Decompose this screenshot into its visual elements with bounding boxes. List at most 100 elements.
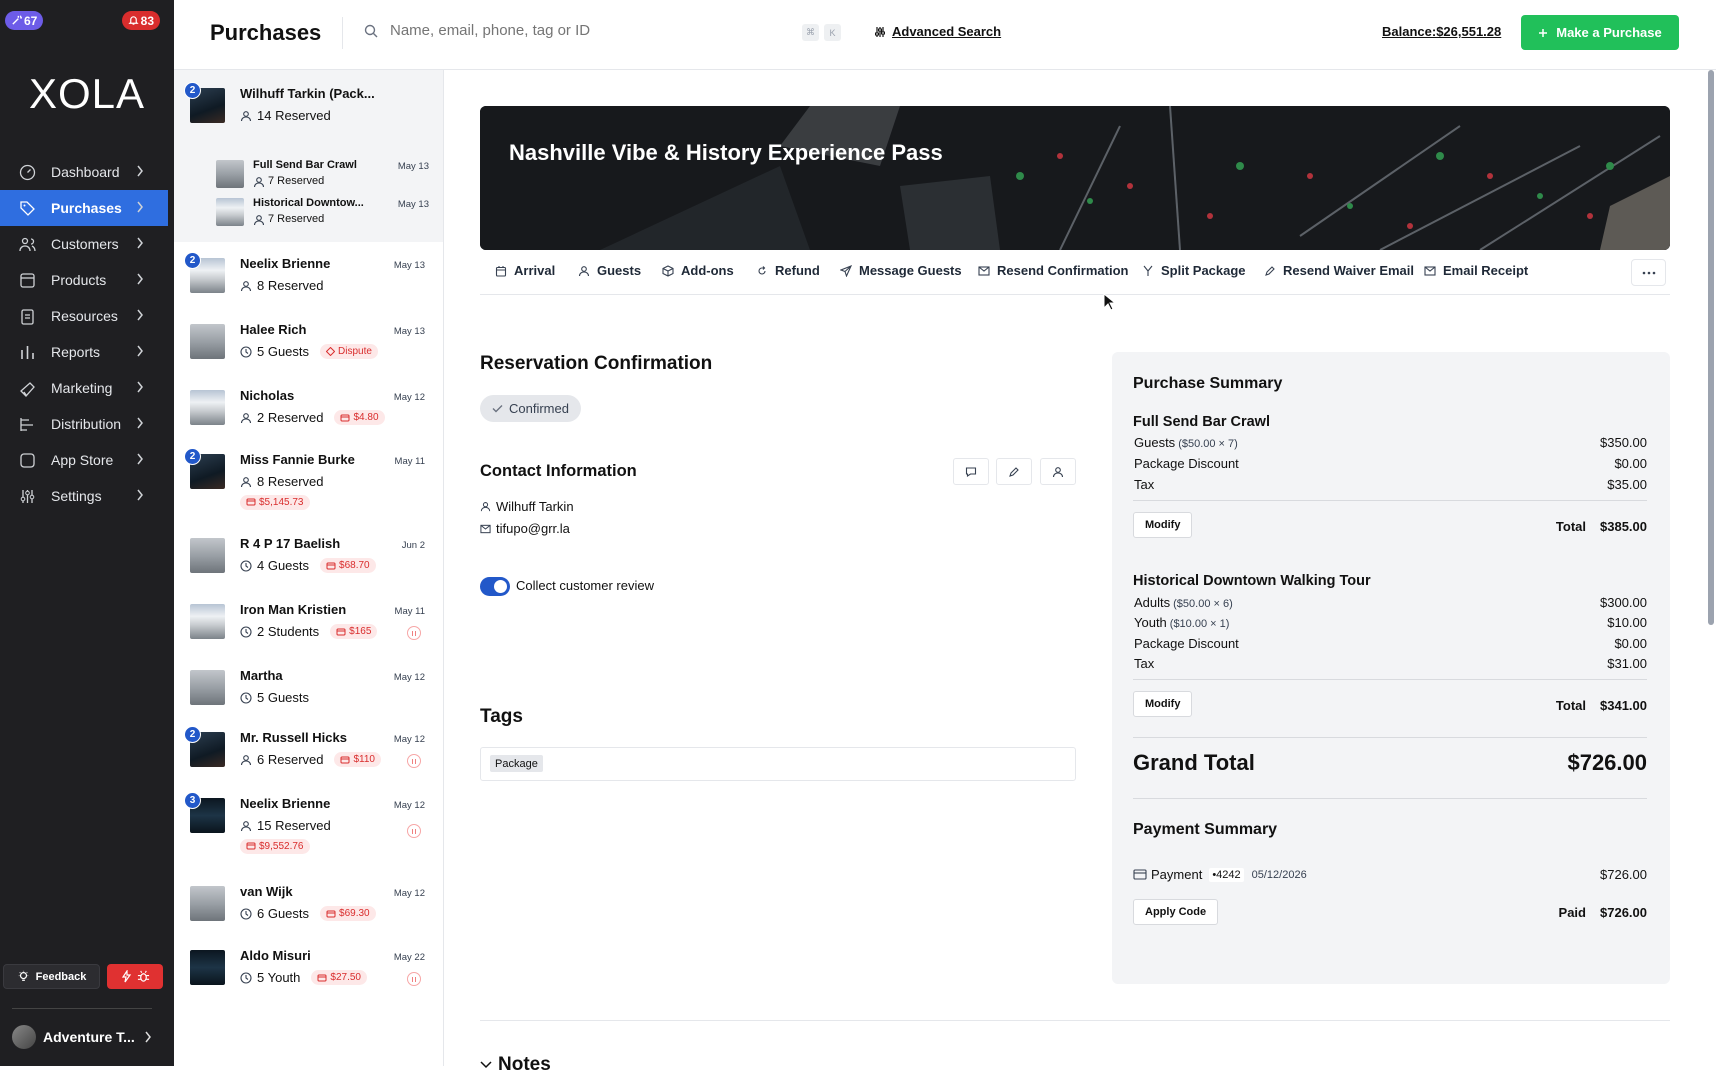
alert-badge[interactable]: 83 (121, 11, 160, 30)
chevron-right-icon (137, 201, 143, 213)
balance-due-amount: $5,145.73 (259, 496, 304, 508)
summary-line: Adults ($50.00 × 6) $300.00 (1134, 595, 1647, 610)
sidebar-item-settings[interactable]: Settings (0, 478, 168, 514)
money-icon (246, 498, 256, 506)
ellipsis-icon (1642, 271, 1655, 274)
sidebar-item-resources[interactable]: Resources (0, 298, 168, 334)
purchase-thumbnail (190, 324, 225, 359)
sidebar-item-app-store[interactable]: App Store (0, 442, 168, 478)
message-contact-button[interactable] (953, 458, 989, 485)
tab-split-package[interactable]: Split Package (1142, 263, 1246, 278)
review-toggle[interactable] (480, 577, 510, 596)
grand-total-value: $726.00 (1567, 750, 1647, 775)
purchase-row[interactable]: R 4 P 17 Baelish Jun 2 4 Guests $68.70 (174, 522, 443, 588)
sidebar-item-products[interactable]: Products (0, 262, 168, 298)
user-icon (1052, 466, 1064, 477)
package-icon (662, 264, 674, 277)
tab-arrival[interactable]: Arrival (495, 263, 555, 278)
edit-contact-button[interactable] (996, 458, 1032, 485)
clock-icon (240, 907, 252, 920)
tags-input[interactable]: Package (480, 747, 1076, 781)
purchase-row[interactable]: 2 Miss Fannie Burke May 11 8 Reserved $5,145… (174, 438, 443, 522)
summary-line-label-group: Tax (1134, 477, 1154, 492)
purchase-guest-count: 5 Guests (257, 344, 310, 359)
tab-refund[interactable]: Refund (756, 263, 820, 278)
purchase-row[interactable]: 3 Neelix Brienne May 12 15 Reserved $9,552.7… (174, 782, 443, 870)
purchase-row[interactable]: Martha May 12 5 Guests (174, 654, 443, 716)
sidebar-item-reports[interactable]: Reports (0, 334, 168, 370)
money-icon (340, 756, 350, 763)
balance-due-amount: $69.30 (339, 908, 370, 919)
dashboard-icon (19, 164, 36, 180)
purchase-date: May 12 (393, 392, 425, 403)
chevron-right-icon (137, 453, 143, 465)
more-actions-button[interactable] (1631, 259, 1666, 286)
purchase-name: Neelix Brienne (240, 256, 331, 271)
summary-line-detail: ($50.00 × 7) (1178, 438, 1238, 450)
purchase-row[interactable]: Halee Rich May 13 5 Guests Dispute (174, 308, 443, 374)
megaphone-icon (20, 381, 35, 397)
search-input[interactable] (390, 22, 790, 39)
modify-button[interactable]: Modify (1133, 691, 1193, 717)
purchase-name: Iron Man Kristien (240, 602, 347, 617)
sidebar-item-dashboard[interactable]: Dashboard (0, 154, 168, 190)
tab-resend-confirmation[interactable]: Resend Confirmation (978, 263, 1128, 278)
contact-email[interactable]: tifupo@grr.la (496, 521, 570, 536)
tab-email-receipt[interactable]: Email Receipt (1424, 263, 1528, 278)
package-child-item[interactable]: Historical Downtow... May 13 7 Reserved (214, 194, 443, 232)
summary-line-amount: $350.00 (1600, 435, 1647, 450)
tab-resend-waiver-email[interactable]: Resend Waiver Email (1264, 263, 1414, 278)
advanced-search-link[interactable]: Advanced Search (874, 24, 1001, 39)
account-switcher[interactable]: Adventure T... (12, 1024, 162, 1050)
tab-message-guests[interactable]: Message Guests (840, 263, 962, 278)
purchase-row[interactable]: Aldo Misuri May 22 5 Youth $27.50 (174, 934, 443, 1000)
tab-add-ons[interactable]: Add-ons (662, 263, 734, 278)
summary-line: Youth ($10.00 × 1) $10.00 (1134, 615, 1647, 630)
modify-button[interactable]: Modify (1133, 512, 1193, 538)
scrollbar-thumb[interactable] (1708, 70, 1714, 625)
sidebar-item-distribution[interactable]: Distribution (0, 406, 168, 442)
notes-section-toggle[interactable]: Notes (480, 1054, 551, 1076)
sidebar-item-label: Settings (51, 488, 102, 504)
paused-status-icon (407, 626, 421, 640)
account-avatar (12, 1025, 36, 1049)
item-count-badge: 2 (184, 726, 201, 743)
balance-due-badge: $165 (330, 624, 378, 639)
view-customer-button[interactable] (1040, 458, 1076, 485)
purchase-row[interactable]: Iron Man Kristien May 11 2 Students $165 (174, 588, 443, 654)
purchase-thumbnail (190, 390, 225, 425)
purchase-row[interactable]: Nicholas May 12 2 Reserved $4.80 (174, 374, 443, 438)
balance-link[interactable]: Balance:$26,551.28 (1382, 24, 1501, 39)
purchase-row[interactable]: 2 Mr. Russell Hicks May 12 6 Reserved $110 (174, 716, 443, 782)
sidebar-item-marketing[interactable]: Marketing (0, 370, 168, 406)
sidebar-item-customers[interactable]: Customers (0, 226, 168, 262)
purchase-name: Halee Rich (240, 322, 307, 337)
purchase-row[interactable]: 2 Wilhuff Tarkin (Pack... 14 Reserved Full … (174, 70, 443, 242)
package-child-item[interactable]: Full Send Bar Crawl May 13 7 Reserved (214, 156, 443, 194)
xola-logo[interactable]: XOLA (0, 70, 174, 118)
product-title: Nashville Vibe & History Experience Pass (509, 140, 943, 165)
money-icon (317, 974, 327, 981)
make-purchase-label: Make a Purchase (1556, 25, 1662, 40)
tag-chip[interactable]: Package (490, 755, 543, 772)
feedback-button[interactable]: Feedback (3, 964, 100, 989)
tab-guests[interactable]: Guests (578, 263, 641, 278)
make-purchase-button[interactable]: Make a Purchase (1521, 15, 1679, 50)
tab-label: Add-ons (681, 263, 734, 278)
status-label: Confirmed (509, 401, 569, 416)
purchase-row[interactable]: 2 Neelix Brienne May 13 8 Reserved (174, 242, 443, 308)
apply-code-button[interactable]: Apply Code (1133, 899, 1219, 925)
item-total-row: Total $341.00 (1556, 698, 1647, 713)
notification-badge[interactable]: 67 (5, 11, 44, 30)
bug-report-button[interactable] (107, 964, 163, 989)
feedback-label: Feedback (35, 970, 87, 983)
summary-line: Guests ($50.00 × 7) $350.00 (1134, 435, 1647, 450)
purchase-list: 2 Wilhuff Tarkin (Pack... 14 Reserved Full … (174, 70, 444, 1066)
purchase-row[interactable]: van Wijk May 12 6 Guests $69.30 (174, 870, 443, 934)
search-bar[interactable] (364, 22, 790, 39)
summary-line-label: Youth (1134, 615, 1167, 630)
sidebar-item-purchases[interactable]: Purchases (0, 190, 168, 226)
pencil-icon (1009, 466, 1019, 477)
clock-icon (240, 625, 252, 638)
purchase-summary: 5 Guests (240, 690, 309, 705)
